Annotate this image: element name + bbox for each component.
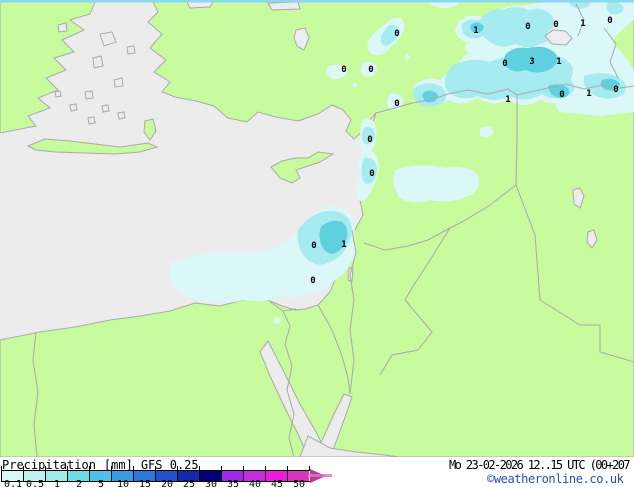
scale-value-label: 2 — [75, 479, 83, 490]
scale-value-label: 50 — [292, 479, 306, 490]
scale-boundary-tick — [177, 466, 178, 470]
scale-value-label: 5 — [97, 479, 105, 490]
precip-value-label: 0 — [369, 169, 374, 179]
scale-boundary-tick — [221, 466, 222, 470]
precip-value-label: 0 — [341, 65, 346, 75]
precip-value-label: 1 — [556, 57, 561, 67]
precip-value-label: 3 — [529, 57, 534, 67]
forecast-datetime: Mo 23-02-2026 12..15 UTC (00+207 — [449, 458, 631, 472]
map-canvas: 0 0 0 0 1 0 0 1 0 0 3 1 1 0 1 0 0 0 0 1 0 — [0, 0, 634, 457]
precip-value-label: 0 — [394, 29, 399, 39]
scale-boundary-tick — [67, 466, 68, 470]
precip-value-label: 0 — [310, 276, 315, 286]
scale-value-label: 0.5 — [25, 479, 45, 490]
precip-value-label: 0 — [368, 65, 373, 75]
scale-boundary-tick — [199, 466, 200, 470]
precip-value-label: 1 — [341, 240, 346, 250]
precip-value-label: 0 — [502, 59, 507, 69]
scale-boundary-tick — [111, 466, 112, 470]
precip-value-label: 0 — [525, 22, 530, 32]
scale-tick-labels: 0.1 0.5 1 2 5 10 15 20 25 30 35 40 45 50 — [0, 480, 340, 490]
precip-value-label: 0 — [613, 85, 618, 95]
precip-value-label: 1 — [505, 95, 510, 105]
scale-value-label: 40 — [248, 479, 262, 490]
scale-boundary-tick — [1, 466, 2, 470]
copyright: ©weatheronline.co.uk — [487, 472, 624, 486]
precip-value-label: 0 — [311, 241, 316, 251]
precip-value-label: 0 — [553, 20, 558, 30]
map-top-strip — [0, 0, 634, 3]
precip-value-label: 1 — [586, 89, 591, 99]
scale-boundary-tick — [45, 466, 46, 470]
scale-value-label: 30 — [204, 479, 218, 490]
weather-map-page: 000010010031101000010 Precipitation [mm] G… — [0, 0, 634, 490]
scale-boundary-tick — [155, 466, 156, 470]
scale-value-label: 20 — [160, 479, 174, 490]
precip-value-label: 1 — [473, 26, 478, 36]
scale-value-label: 45 — [270, 479, 284, 490]
scale-value-label: 1 — [53, 479, 61, 490]
scale-boundary-tick — [243, 466, 244, 470]
scale-boundary-tick — [133, 466, 134, 470]
scale-boundary-tick — [265, 466, 266, 470]
precip-value-label: 0 — [367, 135, 372, 145]
scale-arrow-fringe — [308, 474, 332, 477]
scale-value-label: 25 — [182, 479, 196, 490]
scale-boundary-tick — [23, 466, 24, 470]
precip-value-label: 0 — [394, 99, 399, 109]
precip-value-label: 0 — [607, 16, 612, 26]
scale-boundary-tick — [309, 466, 310, 470]
precipitation-map: 0 0 0 0 1 0 0 1 0 0 3 1 1 0 1 0 0 0 0 1 0 — [0, 0, 634, 457]
scale-value-label: 10 — [116, 479, 130, 490]
scale-value-label: 15 — [138, 479, 152, 490]
legend-bar: Precipitation [mm] GFS 0.25 0.1 0.5 1 2 5 10 15 2… — [0, 457, 634, 490]
precip-value-label: 0 — [559, 90, 564, 100]
scale-boundary-tick — [89, 466, 90, 470]
scale-value-label: 35 — [226, 479, 240, 490]
precip-value-label: 1 — [580, 19, 585, 29]
scale-value-label: 0.1 — [3, 479, 23, 490]
scale-boundary-tick — [287, 466, 288, 470]
